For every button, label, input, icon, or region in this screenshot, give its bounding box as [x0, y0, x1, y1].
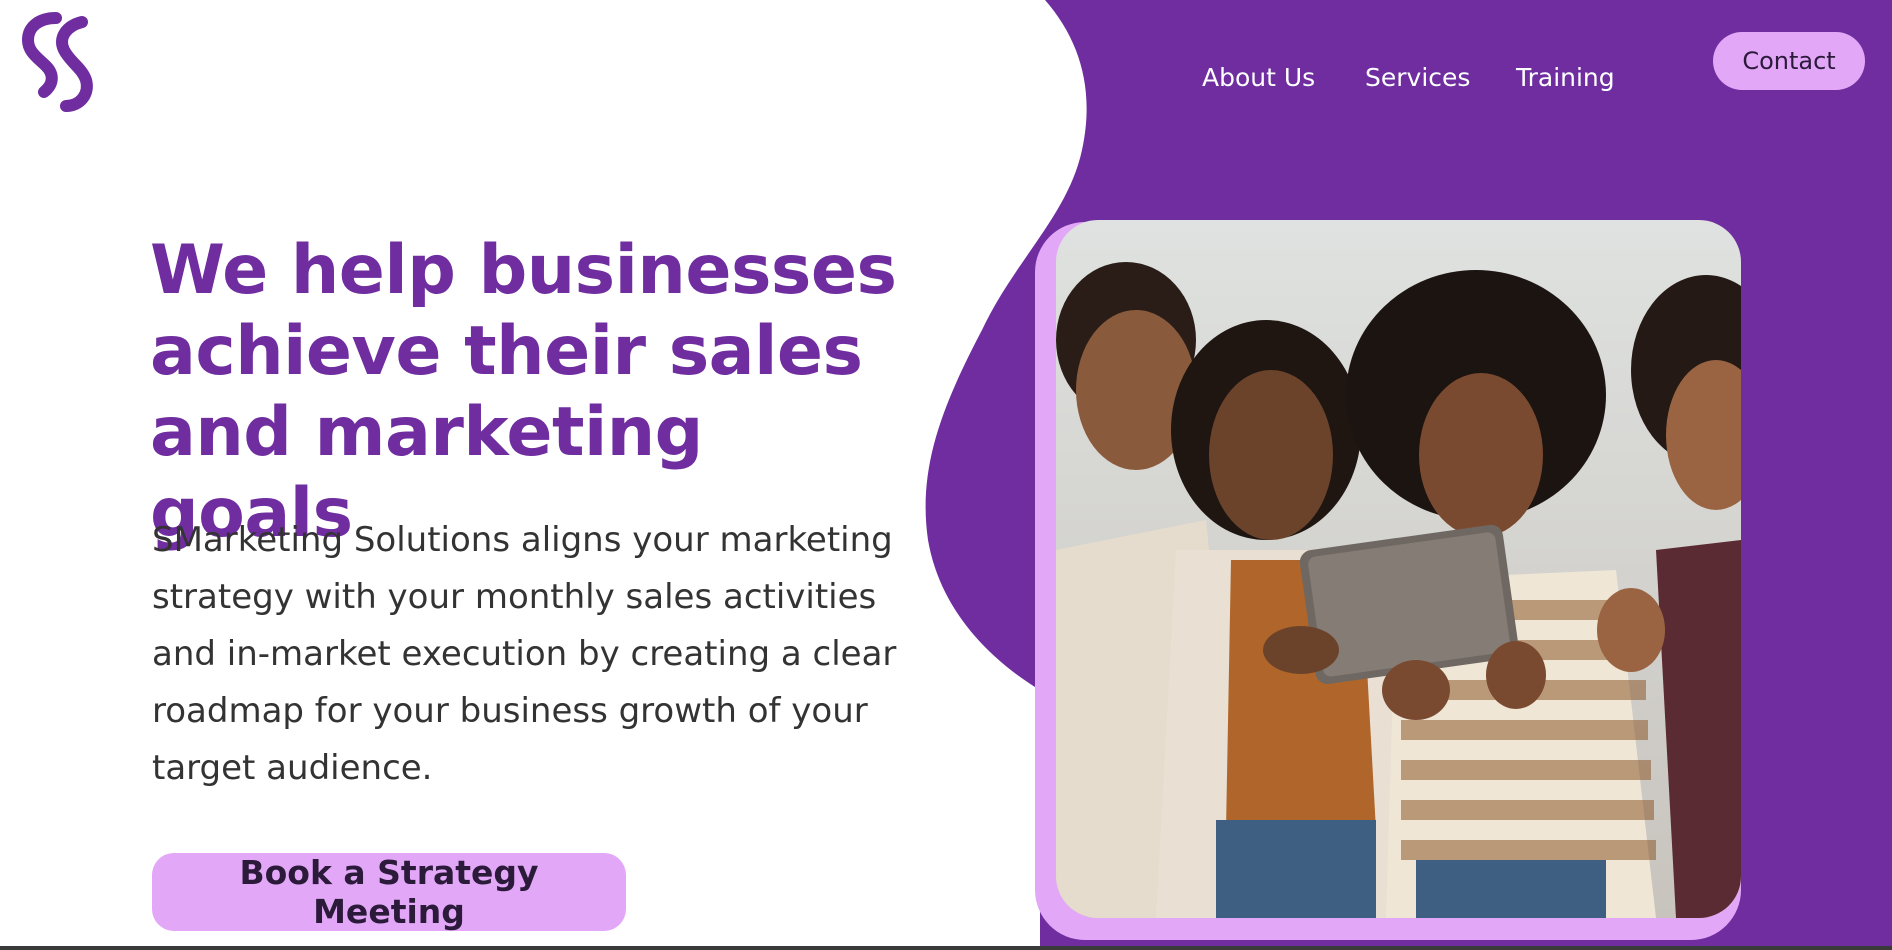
hero-photo — [1056, 220, 1741, 918]
hero-title-line: achieve their sales — [150, 312, 863, 391]
nav-about-us[interactable]: About Us — [1202, 63, 1315, 92]
group-photo-illustration — [1056, 220, 1741, 918]
bottom-edge — [0, 946, 1892, 950]
nav-services[interactable]: Services — [1365, 63, 1470, 92]
contact-button[interactable]: Contact — [1713, 32, 1865, 90]
main-nav: About Us Services Training — [0, 44, 1892, 114]
book-strategy-meeting-button[interactable]: Book a Strategy Meeting — [152, 853, 626, 931]
nav-training[interactable]: Training — [1516, 63, 1615, 92]
hero-title-line: We help businesses — [150, 231, 897, 310]
hero-title: We help businesses achieve their sales a… — [150, 230, 910, 554]
hero-description: SMarketing Solutions aligns your marketi… — [152, 520, 897, 788]
